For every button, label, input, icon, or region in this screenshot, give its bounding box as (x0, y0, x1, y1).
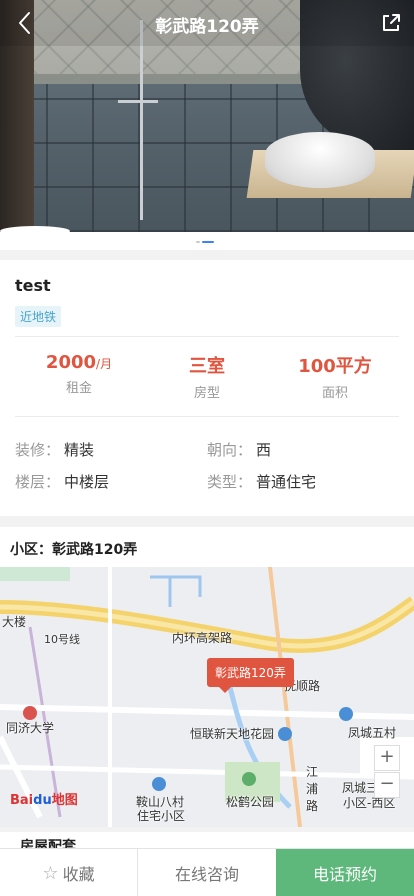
phone-appointment-button[interactable]: 电话预约 (276, 849, 414, 896)
listing-photo[interactable]: 彰武路120弄 (0, 0, 414, 232)
detail-key: 楼层： (15, 473, 61, 491)
stat-rent-value-line: 2000/月 (10, 352, 148, 373)
stat-rent: 2000/月 租金 (10, 352, 148, 396)
stat-area: 100平方 面积 (266, 352, 404, 401)
gallery-dot[interactable] (196, 241, 200, 243)
map-label: 松鹤公园 (226, 795, 275, 809)
detail-key: 类型： (207, 473, 253, 491)
bottom-action-bar: ☆ 收藏 在线咨询 电话预约 (0, 848, 414, 896)
map-label: 江浦路 (306, 765, 319, 813)
logo-du: du (33, 793, 52, 808)
back-button[interactable] (10, 8, 40, 38)
share-icon (383, 14, 400, 31)
logo-bai: Bai (10, 793, 34, 808)
map-label: 10号线 (44, 633, 80, 646)
layout-value: 三室 (189, 356, 225, 377)
logo-map: 地图 (51, 793, 78, 808)
detail-key: 朝向： (207, 441, 253, 459)
divider (15, 336, 399, 337)
metro-tag: 近地铁 (15, 306, 62, 327)
community-section: 小区：彰武路120弄 内环高架路 10号线 同济大学 恒联新天地花园 凤城五村 … (0, 527, 414, 827)
page-title: 彰武路120弄 (155, 17, 259, 37)
map-label: 内环高架路 (172, 631, 233, 645)
title-bar: 彰武路120弄 (0, 0, 414, 46)
zoom-out-button[interactable]: − (374, 772, 400, 798)
detail-value: 普通住宅 (256, 473, 317, 491)
detail-key: 装修： (15, 441, 61, 459)
location-marker[interactable]: 彰武路120弄 (207, 658, 294, 693)
detail-value: 精装 (64, 441, 95, 459)
zoom-in-button[interactable]: + (374, 745, 400, 771)
gallery-indicator (0, 232, 414, 250)
listing-name: test (15, 276, 51, 295)
detail-floor: 楼层： 中楼层 (15, 471, 109, 492)
map-label: 大楼 (2, 615, 27, 629)
map-label: 同济大学 (6, 721, 55, 735)
gallery-dot-active[interactable] (202, 241, 214, 243)
map-label: 恒联新天地花园 (190, 727, 275, 741)
online-consult-button[interactable]: 在线咨询 (138, 849, 276, 896)
divider (15, 416, 399, 417)
layout-label: 房型 (193, 386, 220, 401)
detail-orientation: 朝向：西 (207, 439, 271, 460)
rent-unit: /月 (96, 357, 113, 371)
photo-shower-rail (140, 20, 143, 220)
share-button[interactable] (378, 10, 404, 36)
location-map[interactable]: 内环高架路 10号线 同济大学 恒联新天地花园 凤城五村 鞍山八村 住宅小区 松… (0, 567, 414, 827)
rent-value: 2000 (45, 352, 97, 373)
baidu-map-logo: Baidu地图 (10, 789, 78, 808)
photo-sink (265, 132, 375, 188)
stat-area-value-line: 100平方 (266, 352, 404, 378)
detail-value: 西 (256, 441, 272, 459)
detail-value: 中楼层 (64, 473, 110, 491)
favorite-button[interactable]: ☆ 收藏 (0, 849, 138, 896)
map-label: 住宅小区 (137, 809, 186, 823)
photo-shower-pipe (118, 100, 158, 103)
star-icon: ☆ (42, 862, 59, 884)
listing-info-card: test 近地铁 2000/月 租金 三室 房型 100平方 面积 装修： 精装 … (0, 260, 414, 516)
community-heading: 小区：彰武路120弄 (10, 542, 138, 558)
favorite-label: 收藏 (62, 865, 95, 884)
stat-layout-value-line: 三室 (138, 352, 276, 378)
detail-decoration: 装修： 精装 (15, 439, 94, 460)
page: 彰武路120弄 test 近地铁 2000/月 租金 三室 房型 100平方 面… (0, 0, 414, 896)
map-label: 凤城五村 (348, 726, 397, 740)
detail-type: 类型： 普通住宅 (207, 471, 316, 492)
area-label: 面积 (321, 386, 348, 401)
stat-layout: 三室 房型 (138, 352, 276, 401)
chevron-left-icon (19, 12, 30, 34)
rent-label: 租金 (65, 381, 92, 396)
area-value: 100平方 (298, 356, 372, 377)
